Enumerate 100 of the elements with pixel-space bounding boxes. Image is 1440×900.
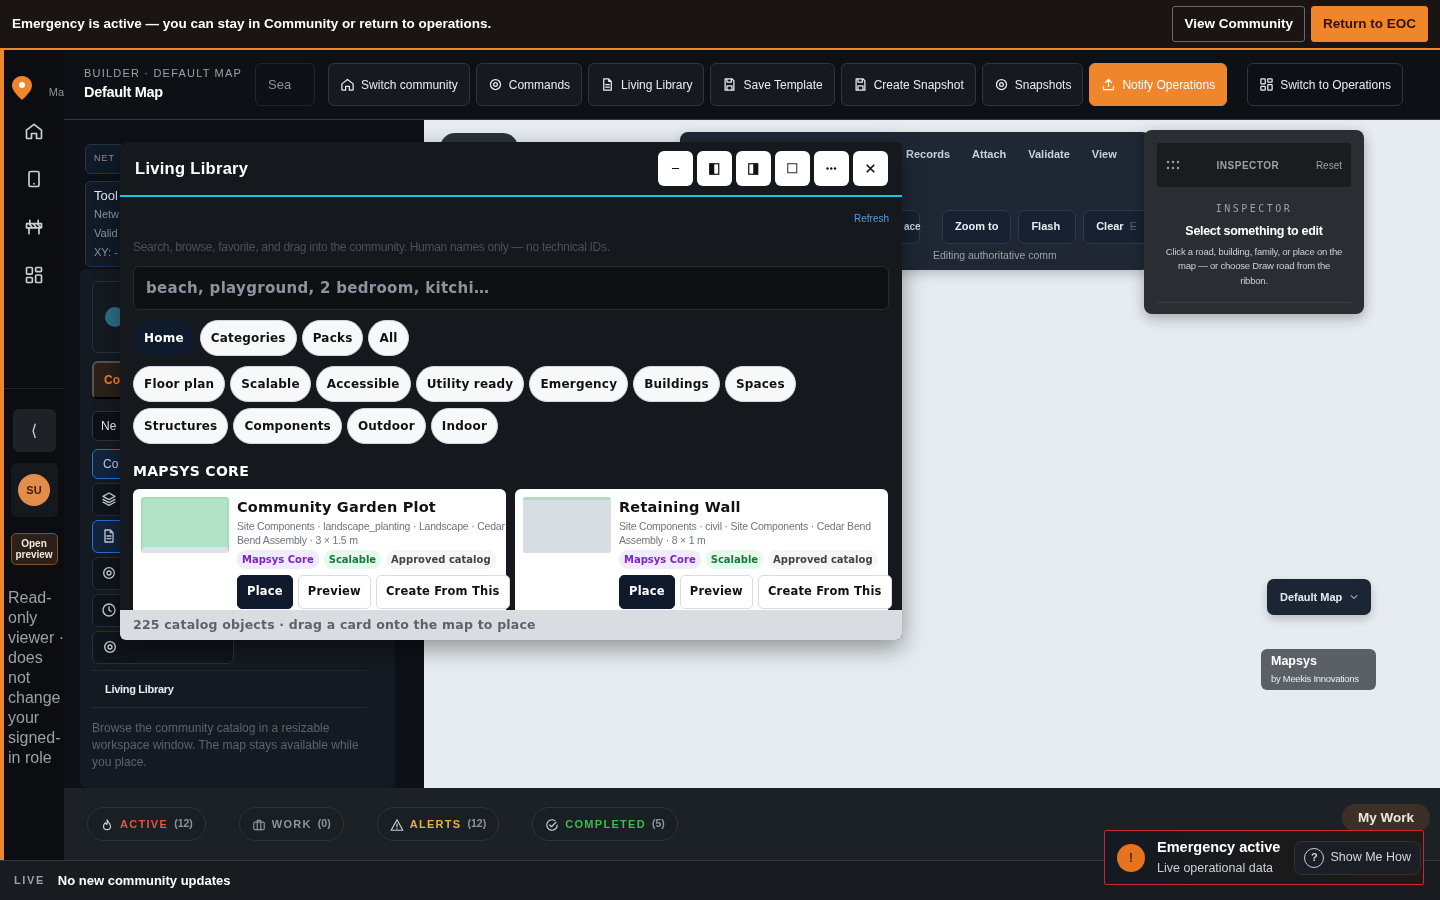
toolbar-button[interactable]: Create Snapshot <box>840 63 976 106</box>
card-action-button[interactable]: Place <box>619 574 675 609</box>
briefcase-icon <box>251 817 266 832</box>
card-tag: Approved catalog <box>768 549 878 569</box>
close-icon <box>866 164 875 173</box>
tab-label: WORK <box>271 816 312 832</box>
card-tag: Mapsys Core <box>237 549 319 569</box>
view-button[interactable]: View Community <box>1172 6 1305 42</box>
filter-tag[interactable]: Buildings <box>633 366 720 402</box>
ribbon-tab[interactable]: Records <box>906 146 951 163</box>
toast-subtitle: Live operational data <box>1157 860 1274 875</box>
card-action-button[interactable]: Create From This <box>757 574 892 609</box>
window-title: Living Library <box>135 158 249 180</box>
toolbar-button[interactable]: Snapshots <box>981 63 1084 106</box>
section-title: Living Library <box>105 681 174 697</box>
card-tag: Approved catalog <box>386 549 496 569</box>
nav-pill[interactable]: Home <box>133 320 195 356</box>
card-title: Retaining Wall <box>619 498 742 517</box>
collapse-button[interactable]: ⟨ <box>12 409 56 452</box>
ribbon-tab[interactable]: View <box>1091 146 1117 163</box>
map-switcher[interactable]: Default Map <box>1267 579 1372 615</box>
inspector-label: INSPECTOR <box>1214 202 1294 216</box>
search-field[interactable]: Sea <box>255 63 316 106</box>
status-tab[interactable]: ACTIVE (12) <box>87 807 206 841</box>
filter-tag[interactable]: Accessible <box>315 366 411 402</box>
target-icon <box>102 639 118 655</box>
status-tab[interactable]: COMPLETED (5) <box>532 807 678 841</box>
target-icon <box>993 77 1009 92</box>
more-button[interactable] <box>814 151 849 186</box>
minus-icon <box>671 167 680 170</box>
card-action-button[interactable]: Preview <box>297 574 371 609</box>
filter-tag[interactable]: Components <box>233 408 342 444</box>
maximize-button[interactable] <box>775 151 810 186</box>
nav-pill[interactable]: Categories <box>199 320 297 356</box>
toolbar-button[interactable]: Switch to Operations <box>1247 63 1403 106</box>
toolbar-button[interactable]: Living Library <box>588 63 705 106</box>
library-footer: 225 catalog objects · drag a card onto the map to place <box>120 610 902 640</box>
nav-pill[interactable]: Packs <box>301 320 364 356</box>
tab-label: ALERTS <box>409 816 462 832</box>
tab-count: (12) <box>467 816 487 832</box>
ribbon-button[interactable]: Flash <box>1018 209 1077 244</box>
banner-message: Emergency is active — you can stay in Community or return to operations. <box>12 14 492 33</box>
ribbon-tab[interactable]: Validate <box>1028 146 1070 163</box>
nav-pill[interactable]: All <box>368 320 409 356</box>
card-tag: Mapsys Core <box>619 549 701 569</box>
filter-tag[interactable]: Emergency <box>529 366 629 402</box>
tab-label: ACTIVE <box>120 816 169 832</box>
card-action-button[interactable]: Create From This <box>375 574 510 609</box>
filter-tag[interactable]: Floor plan <box>133 366 226 402</box>
ribbon-tab[interactable]: Attach <box>972 146 1007 163</box>
target-icon <box>487 77 503 92</box>
live-label: LIVE <box>14 873 45 889</box>
filter-tag[interactable]: Scalable <box>230 366 311 402</box>
toolbar-button[interactable]: Switch community <box>328 63 470 106</box>
toolbar-button[interactable]: Save Template <box>710 63 835 106</box>
section-heading: MAPSYS CORE <box>133 462 251 481</box>
filter-tag[interactable]: Spaces <box>724 366 796 402</box>
close-button[interactable] <box>853 151 888 186</box>
card-meta: Site Components · civil · Site Components · Cedar Bend Assembly · 8 × 1 m <box>619 518 872 547</box>
brand-byline: by Meekis Innovations <box>1271 673 1359 685</box>
dock-left-button[interactable] <box>697 151 732 186</box>
status-tab[interactable]: ALERTS (12) <box>376 807 500 841</box>
refresh-link[interactable]: Refresh <box>133 211 889 226</box>
drag-handle-icon[interactable] <box>1166 160 1180 170</box>
filter-tag[interactable]: Outdoor <box>346 408 426 444</box>
dock-left-icon <box>709 162 720 175</box>
layers-icon <box>100 491 117 507</box>
library-search-field[interactable]: beach, playground, 2 bedroom, kitchi… <box>133 266 889 310</box>
toolbar-button[interactable]: Commands <box>475 63 583 106</box>
card-title: Community Garden Plot <box>237 498 437 517</box>
return-button[interactable]: Return to EOC <box>1311 6 1428 42</box>
dock-right-button[interactable] <box>736 151 771 186</box>
card-action-button[interactable]: Preview <box>679 574 753 609</box>
window-subtitle: Search, browse, favorite, and drag into the community. Human names only — no technical IDs. <box>133 239 611 256</box>
filter-tag[interactable]: Structures <box>133 408 229 444</box>
info-text: XY: - <box>94 244 118 260</box>
filter-tag[interactable]: Utility ready <box>415 366 525 402</box>
filter-tag[interactable]: Indoor <box>430 408 499 444</box>
breadcrumb: BUILDER · DEFAULT MAP <box>84 66 243 82</box>
clock-icon <box>100 602 117 618</box>
more-icon <box>826 167 837 170</box>
minimize-button[interactable] <box>658 151 693 186</box>
flame-icon <box>100 817 114 832</box>
dock-right-icon <box>748 162 759 175</box>
brand-text: Ma <box>48 84 64 100</box>
reset-link[interactable]: Reset <box>1315 157 1342 173</box>
brand-name: Mapsys <box>1271 654 1318 669</box>
card-action-button[interactable]: Place <box>237 574 293 609</box>
user-avatar[interactable]: SU <box>18 474 50 506</box>
card-title: NET <box>94 152 116 165</box>
grid-icon[interactable] <box>24 264 44 285</box>
status-tab[interactable]: WORK (0) <box>238 807 344 841</box>
open-preview-button[interactable]: Open preview <box>10 533 58 565</box>
ribbon-button[interactable]: Zoom to <box>942 209 1012 244</box>
card-tag: Scalable <box>323 549 382 569</box>
help-button[interactable]: ? Show Me How <box>1294 840 1421 875</box>
card-meta: Site Components · landscape_planting · Landscape · Cedar Bend Assembly · 3 × 1.5 m <box>237 518 506 547</box>
map-pin-logo-icon <box>12 76 32 100</box>
floppy-icon <box>852 77 868 92</box>
alert-icon: ! <box>1117 843 1145 872</box>
